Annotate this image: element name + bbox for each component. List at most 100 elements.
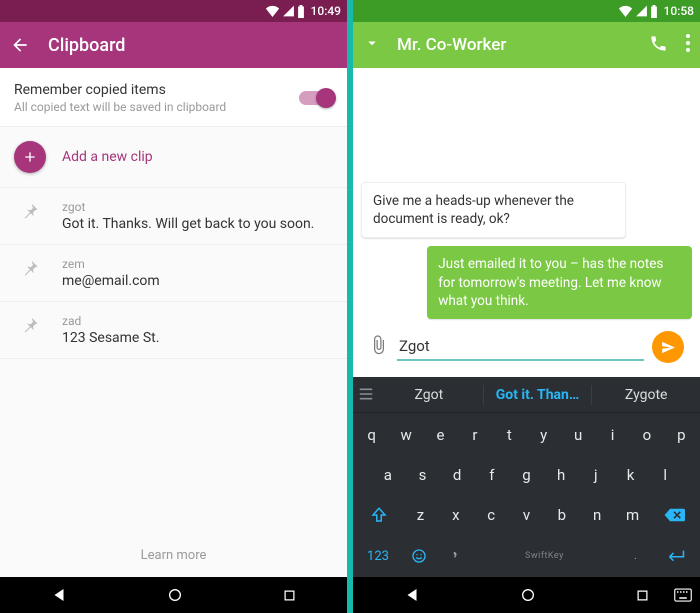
key-letter[interactable]: i xyxy=(597,417,628,453)
remember-copied-setting[interactable]: Remember copied items All copied text wi… xyxy=(0,68,347,126)
keyboard-rows: q w e r t y u i o p a s d f g h j k l xyxy=(353,413,700,539)
key-letter[interactable]: k xyxy=(615,457,647,493)
battery-icon xyxy=(650,5,658,18)
nav-recents-icon[interactable] xyxy=(635,588,650,603)
backspace-key[interactable] xyxy=(652,497,697,533)
setting-sublabel: All copied text will be saved in clipboa… xyxy=(14,100,226,114)
keyboard-row: z x c v b n m xyxy=(356,497,697,533)
compose-row xyxy=(361,327,692,371)
wifi-icon xyxy=(265,5,280,17)
nav-back-icon[interactable] xyxy=(403,586,421,604)
key-letter[interactable]: x xyxy=(440,497,472,533)
keyboard-row: a s d f g h j k l xyxy=(356,457,697,493)
status-time: 10:58 xyxy=(664,4,694,18)
nav-home-icon[interactable] xyxy=(520,587,536,603)
key-letter[interactable]: p xyxy=(666,417,697,453)
more-icon[interactable] xyxy=(686,34,690,56)
suggestion-bar: Zgot Got it. Than… Zygote xyxy=(353,377,700,413)
phone-icon[interactable] xyxy=(649,34,668,57)
clip-item[interactable]: zem me@email.com xyxy=(0,245,347,301)
shift-key[interactable] xyxy=(356,497,401,533)
back-icon[interactable] xyxy=(10,35,30,55)
status-time: 10:49 xyxy=(311,4,341,18)
chat-area[interactable]: Give me a heads-up whenever the document… xyxy=(353,68,700,377)
pin-icon[interactable] xyxy=(21,316,39,338)
nav-back-icon[interactable] xyxy=(50,586,68,604)
numeric-key[interactable]: 123 xyxy=(356,539,400,573)
comma-key[interactable] xyxy=(439,539,468,573)
key-letter[interactable]: v xyxy=(510,497,542,533)
key-letter[interactable]: l xyxy=(649,457,681,493)
key-letter[interactable]: a xyxy=(372,457,404,493)
chevron-down-icon[interactable] xyxy=(363,34,381,56)
clip-value: me@email.com xyxy=(62,273,160,289)
clipboard-body: Remember copied items All copied text wi… xyxy=(0,68,347,577)
key-letter[interactable]: c xyxy=(475,497,507,533)
add-clip-row[interactable]: Add a new clip xyxy=(0,127,347,187)
spacebar[interactable]: SwiftKey xyxy=(471,539,618,573)
android-navbar xyxy=(353,577,700,613)
clip-value: Got it. Thanks. Will get back to you soo… xyxy=(62,216,314,232)
key-letter[interactable]: f xyxy=(476,457,508,493)
battery-icon xyxy=(297,5,305,18)
suggestion-item[interactable]: Zgot xyxy=(381,387,477,403)
clipboard-app: 10:49 Clipboard Remember copied items Al… xyxy=(0,0,347,613)
pin-icon[interactable] xyxy=(21,259,39,281)
key-letter[interactable]: y xyxy=(528,417,559,453)
add-clip-label: Add a new clip xyxy=(62,149,153,165)
nav-recents-icon[interactable] xyxy=(282,588,297,603)
key-letter[interactable]: u xyxy=(562,417,593,453)
key-letter[interactable]: h xyxy=(545,457,577,493)
keyboard: Zgot Got it. Than… Zygote q w e r t y u … xyxy=(353,377,700,577)
key-letter[interactable]: e xyxy=(425,417,456,453)
message-input[interactable] xyxy=(397,333,644,361)
key-letter[interactable]: d xyxy=(441,457,473,493)
period-key[interactable]: . xyxy=(621,539,650,573)
key-letter[interactable]: j xyxy=(580,457,612,493)
key-letter[interactable]: r xyxy=(459,417,490,453)
app-header: Clipboard xyxy=(0,22,347,68)
emoji-key[interactable] xyxy=(403,539,436,573)
clip-item[interactable]: zad 123 Sesame St. xyxy=(0,302,347,358)
key-letter[interactable]: z xyxy=(404,497,436,533)
key-letter[interactable]: g xyxy=(511,457,543,493)
pin-icon[interactable] xyxy=(21,202,39,224)
wifi-icon xyxy=(618,5,633,17)
keyboard-row: q w e r t y u i o p xyxy=(356,417,697,453)
plus-icon[interactable] xyxy=(14,141,46,173)
enter-key[interactable] xyxy=(653,539,697,573)
message-outgoing[interactable]: Just emailed it to you – has the notes f… xyxy=(427,246,692,319)
clip-key: zgot xyxy=(62,200,314,214)
attach-icon[interactable] xyxy=(369,335,389,359)
status-bar: 10:58 xyxy=(353,0,700,22)
clip-item[interactable]: zgot Got it. Thanks. Will get back to yo… xyxy=(0,188,347,244)
suggestion-item[interactable]: Got it. Than… xyxy=(490,387,586,403)
keyboard-bottom-row: 123 SwiftKey . xyxy=(353,539,700,577)
clip-key: zad xyxy=(62,314,159,328)
signal-icon xyxy=(282,5,295,17)
key-letter[interactable]: t xyxy=(494,417,525,453)
signal-icon xyxy=(635,5,648,17)
clip-value: 123 Sesame St. xyxy=(62,330,159,346)
toggle-switch[interactable] xyxy=(299,91,333,105)
key-letter[interactable]: o xyxy=(631,417,662,453)
status-bar: 10:49 xyxy=(0,0,347,22)
android-navbar xyxy=(0,577,347,613)
suggestion-item[interactable]: Zygote xyxy=(598,387,694,403)
hamburger-icon[interactable] xyxy=(359,385,373,404)
learn-more-link[interactable]: Learn more xyxy=(0,538,347,577)
key-letter[interactable]: w xyxy=(390,417,421,453)
key-letter[interactable]: m xyxy=(616,497,648,533)
page-title: Clipboard xyxy=(48,35,125,56)
key-letter[interactable]: q xyxy=(356,417,387,453)
send-button[interactable] xyxy=(652,331,684,363)
key-letter[interactable]: s xyxy=(407,457,439,493)
key-letter[interactable]: b xyxy=(546,497,578,533)
nav-home-icon[interactable] xyxy=(167,587,183,603)
chat-header: Mr. Co-Worker xyxy=(353,22,700,68)
setting-label: Remember copied items xyxy=(14,82,226,98)
key-letter[interactable]: n xyxy=(581,497,613,533)
contact-name[interactable]: Mr. Co-Worker xyxy=(397,35,649,55)
message-incoming[interactable]: Give me a heads-up whenever the document… xyxy=(361,182,626,238)
keyboard-switch-icon[interactable] xyxy=(674,588,692,602)
